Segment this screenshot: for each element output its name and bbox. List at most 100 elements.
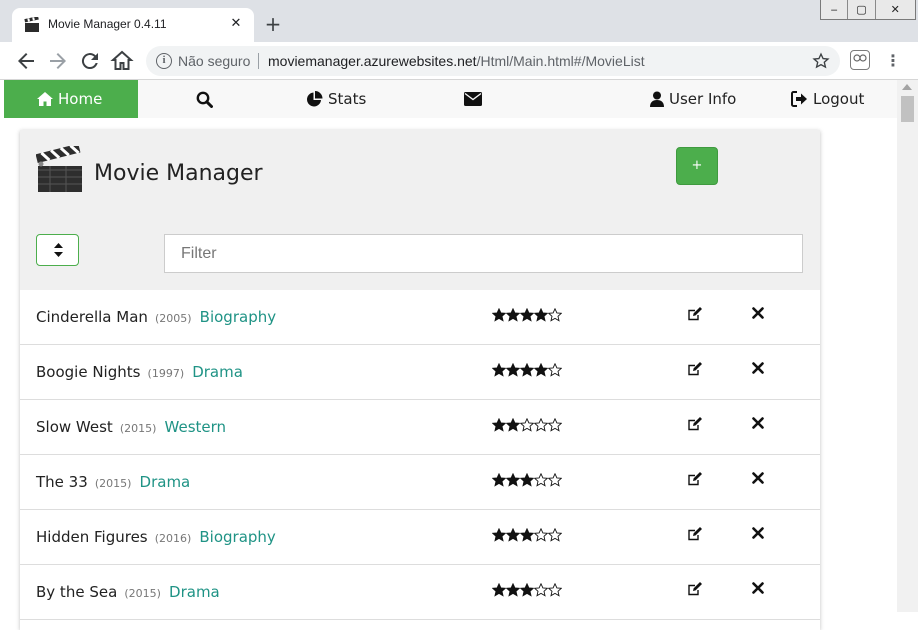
sort-button[interactable] — [36, 234, 79, 266]
movie-genre[interactable]: Western — [165, 418, 227, 436]
delete-icon[interactable] — [752, 362, 764, 374]
clapperboard-favicon-icon — [24, 17, 39, 32]
star-empty-icon — [548, 363, 562, 377]
star-empty-icon — [548, 308, 562, 322]
movie-year: (2016) — [154, 532, 192, 545]
star-rating — [492, 473, 562, 487]
info-icon[interactable]: i — [156, 53, 172, 69]
delete-icon[interactable] — [752, 307, 764, 319]
star-filled-icon — [506, 418, 520, 432]
address-bar[interactable]: i Não seguro moviemanager.azurewebsites.… — [146, 46, 840, 76]
movie-title: Cinderella Man — [36, 308, 148, 326]
edit-icon[interactable] — [687, 306, 703, 322]
delete-icon[interactable] — [752, 582, 764, 594]
minimize-button[interactable]: ‒ — [821, 0, 849, 19]
movie-genre[interactable]: Biography — [200, 308, 276, 326]
scroll-thumb[interactable] — [901, 96, 914, 122]
movie-year: (1997) — [147, 367, 185, 380]
movie-row[interactable]: Boogie Nights (1997) Drama — [20, 345, 820, 400]
security-label: Não seguro — [178, 53, 251, 69]
movie-genre[interactable]: Biography — [199, 528, 275, 546]
back-icon[interactable] — [14, 49, 38, 73]
home-icon — [37, 92, 53, 106]
star-filled-icon — [492, 363, 506, 377]
home-browser-icon[interactable] — [110, 49, 134, 73]
movie-info: Hidden Figures (2016) Biography — [36, 527, 276, 546]
star-filled-icon — [520, 363, 534, 377]
nav-stats[interactable]: Stats — [306, 80, 366, 118]
star-filled-icon — [520, 583, 534, 597]
movie-info: Cinderella Man (2005) Biography — [36, 307, 276, 326]
address-divider — [258, 53, 259, 69]
nav-user-info-label: User Info — [669, 90, 737, 108]
page-title: Movie Manager — [94, 161, 263, 186]
url-text: moviemanager.azurewebsites.net/Html/Main… — [268, 53, 645, 69]
movie-row[interactable]: Cinderella Man (2005) Biography — [20, 290, 820, 345]
star-empty-icon — [548, 418, 562, 432]
browser-tab[interactable]: Movie Manager 0.4.11 ✕ — [12, 8, 254, 42]
edit-icon[interactable] — [687, 581, 703, 597]
movie-title: Boogie Nights — [36, 363, 141, 381]
star-empty-icon — [520, 418, 534, 432]
add-movie-button[interactable]: + — [676, 147, 718, 185]
browser-tab-bar: Movie Manager 0.4.11 ✕ + ‒ ▢ ✕ — [0, 0, 918, 42]
star-filled-icon — [492, 308, 506, 322]
nav-user-info[interactable]: User Info — [650, 80, 736, 118]
nav-home-label: Home — [58, 90, 103, 108]
star-empty-icon — [534, 583, 548, 597]
edit-icon[interactable] — [687, 361, 703, 377]
movie-title: By the Sea — [36, 583, 118, 601]
tab-close-icon[interactable]: ✕ — [226, 14, 246, 34]
delete-icon[interactable] — [752, 417, 764, 429]
nav-logout[interactable]: Logout — [791, 80, 864, 118]
star-rating — [492, 418, 562, 432]
maximize-button[interactable]: ▢ — [848, 0, 876, 19]
envelope-icon — [464, 92, 482, 106]
browser-menu-icon[interactable]: ⋮ — [885, 50, 901, 72]
movie-list-panel: Movie Manager + Cinderella Man (2005) Bi… — [20, 130, 820, 630]
star-filled-icon — [520, 308, 534, 322]
star-empty-icon — [534, 418, 548, 432]
new-tab-button[interactable]: + — [262, 13, 284, 35]
edit-icon[interactable] — [687, 471, 703, 487]
edit-icon[interactable] — [687, 416, 703, 432]
star-filled-icon — [506, 583, 520, 597]
movie-row[interactable]: The 33 (2015) Drama — [20, 455, 820, 510]
nav-home[interactable]: Home — [4, 80, 138, 118]
url-domain: moviemanager.azurewebsites.net — [268, 53, 477, 69]
movie-genre[interactable]: Drama — [192, 363, 243, 381]
window-controls: ‒ ▢ ✕ — [820, 0, 916, 20]
movie-row[interactable]: Hidden Figures (2016) Biography — [20, 510, 820, 565]
star-filled-icon — [520, 473, 534, 487]
page-scrollbar[interactable] — [897, 80, 918, 612]
edit-icon[interactable] — [687, 526, 703, 542]
nav-messages[interactable] — [464, 80, 482, 118]
browser-toolbar: i Não seguro moviemanager.azurewebsites.… — [0, 42, 918, 80]
movie-title: Hidden Figures — [36, 528, 148, 546]
bookmark-star-icon[interactable] — [812, 52, 830, 70]
delete-icon[interactable] — [752, 472, 764, 484]
movie-genre[interactable]: Drama — [140, 473, 191, 491]
movie-info: The 33 (2015) Drama — [36, 472, 190, 491]
filter-input[interactable] — [164, 234, 803, 273]
movie-year: (2005) — [155, 312, 192, 325]
nav-search[interactable] — [196, 80, 213, 118]
star-rating — [492, 363, 562, 377]
delete-icon[interactable] — [752, 527, 764, 539]
reload-icon[interactable] — [78, 49, 102, 73]
url-path: /Html/Main.html#/MovieList — [476, 53, 645, 69]
star-rating — [492, 583, 562, 597]
movie-row[interactable]: Slow West (2015) Western — [20, 400, 820, 455]
star-filled-icon — [520, 528, 534, 542]
movie-genre[interactable]: Drama — [169, 583, 220, 601]
tab-title: Movie Manager 0.4.11 — [48, 17, 167, 31]
close-window-button[interactable]: ✕ — [875, 0, 915, 19]
movie-title: Slow West — [36, 418, 113, 436]
extension-icon[interactable] — [850, 50, 870, 70]
star-empty-icon — [534, 473, 548, 487]
star-filled-icon — [534, 308, 548, 322]
scroll-up-arrow-icon[interactable] — [902, 84, 912, 90]
star-rating — [492, 308, 562, 322]
clapperboard-logo-icon — [36, 146, 82, 192]
forward-icon[interactable] — [46, 49, 70, 73]
